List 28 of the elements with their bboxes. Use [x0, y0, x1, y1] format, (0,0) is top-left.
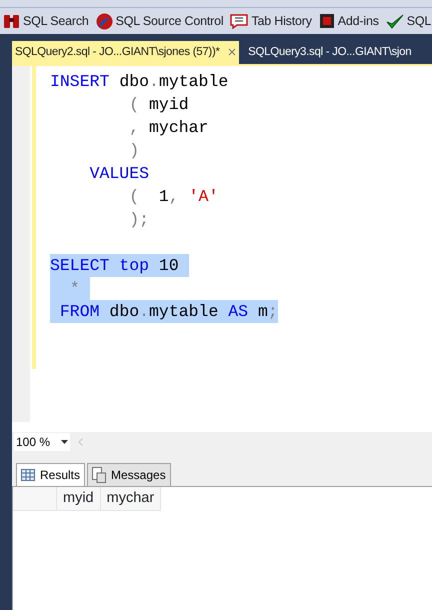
table-icon — [21, 469, 35, 481]
results-tab[interactable]: Results — [16, 463, 86, 486]
caret-icon — [61, 440, 68, 444]
results-tab[interactable]: Messages — [87, 463, 171, 486]
code-line: ) — [128, 140, 140, 162]
column-header: mychar — [100, 487, 162, 511]
close-icon[interactable]: × — [228, 44, 236, 60]
toolbar-button[interactable]: Add-ins — [318, 12, 379, 30]
code-line: , mychar — [128, 117, 208, 139]
document-tab[interactable]: SQLQuery3.sql - JO...GIANT\sjon — [245, 40, 414, 64]
globe-icon — [96, 12, 113, 30]
scroll-left-icon[interactable] — [78, 438, 83, 446]
speech-bubble-icon — [230, 14, 248, 28]
document-icon — [92, 467, 106, 483]
code-line: VALUES — [88, 163, 150, 185]
toolbar-button[interactable]: Tab History — [230, 12, 312, 30]
column-header: myid — [57, 487, 101, 511]
code-line: ( 1, 'A' — [128, 186, 218, 208]
zoom-dropdown[interactable]: 100 % — [14, 433, 70, 451]
square-icon — [318, 13, 335, 29]
toolbar-button[interactable]: SQL — [386, 12, 432, 30]
toolbar-button[interactable]: SQL Source Control — [96, 12, 224, 30]
code-line: ); — [128, 209, 150, 231]
document-tab[interactable]: SQLQuery2.sql - JO...GIANT\sjones (57))* × — [12, 40, 240, 64]
toolbar-button[interactable]: SQL Search — [3, 12, 89, 30]
check-icon — [386, 14, 404, 28]
code-line: ( myid — [128, 94, 189, 116]
code-line: INSERT dbo.mytable — [50, 71, 228, 93]
